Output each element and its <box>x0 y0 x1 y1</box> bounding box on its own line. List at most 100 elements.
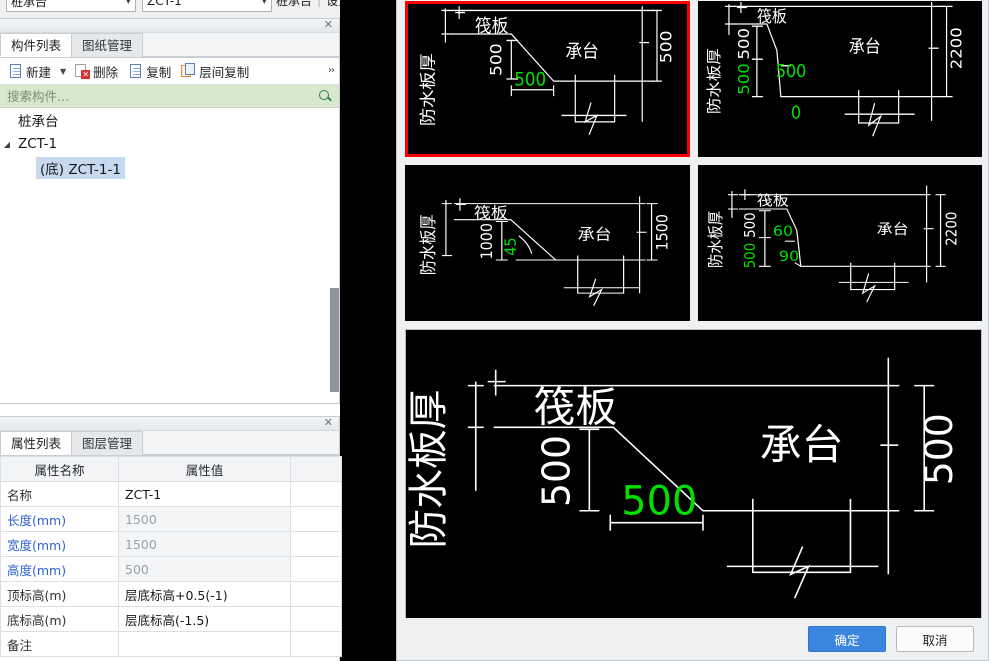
thumb4-dim-right: 2200 <box>943 212 960 246</box>
thumb2-top-label: 筏板 <box>756 6 786 26</box>
thumb4-dim-v2: 500 <box>742 243 759 269</box>
tab-drawing-manage-label: 图纸管理 <box>82 38 133 53</box>
property-value-cell[interactable]: ZCT-1 <box>118 481 291 507</box>
property-panel-titlebar: ✕ <box>0 416 339 431</box>
thumb1-dim-vertical: 500 <box>487 43 505 76</box>
chevron-down-icon[interactable]: ▼ <box>57 67 69 76</box>
property-value-cell[interactable]: 层底标高(-1.5) <box>118 606 291 632</box>
delete-button-label: 删除 <box>93 64 119 80</box>
preview-top-label: 筏板 <box>534 382 618 431</box>
floor-copy-icon <box>181 62 196 79</box>
tree-item-category-label: 桩承台 <box>18 114 59 130</box>
dialog-footer: 确定 取消 <box>397 618 988 660</box>
tab-component-list[interactable]: 构件列表 <box>0 33 73 57</box>
slope-preview[interactable]: 防水板厚 筏板 承台 500 500 500 <box>405 329 982 620</box>
property-value-cell: 1500 <box>118 531 291 557</box>
delete-button[interactable]: ✕ 删除 <box>71 60 122 83</box>
thumb4-body-label: 承台 <box>876 221 908 238</box>
property-name-cell: 顶标高(m) <box>0 581 119 607</box>
cancel-button[interactable]: 取消 <box>896 626 974 652</box>
tree-item-zct1-1[interactable]: (底) ZCT-1-1 <box>0 156 339 180</box>
thumb3-top-label: 筏板 <box>474 204 508 222</box>
tab-layer-manage-label: 图层管理 <box>82 436 133 451</box>
property-pad-cell <box>290 531 342 557</box>
property-header-value: 属性值 <box>118 456 291 482</box>
tree-item-category[interactable]: 桩承台 <box>0 108 339 132</box>
property-table-header-row: 属性名称 属性值 <box>0 456 342 482</box>
tab-layer-manage[interactable]: 图层管理 <box>71 431 144 455</box>
thumb2-dim-right: 2200 <box>947 27 965 69</box>
table-row[interactable]: 底标高(m) 层底标高(-1.5) <box>0 606 342 632</box>
property-name-cell: 底标高(m) <box>0 606 119 632</box>
thumb1-dim-horizontal: 500 <box>514 70 546 91</box>
table-row[interactable]: 备注 <box>0 631 342 657</box>
tree-item-zct1[interactable]: ◢ ZCT-1 <box>0 132 339 156</box>
thumb4-angle2: 90 <box>778 248 798 265</box>
property-name-cell: 高度(mm) <box>0 556 119 582</box>
ribbon-set-slope-button[interactable]: 设置边坡 <box>326 0 340 9</box>
tabstrip-filler <box>142 33 339 57</box>
component-name-value: ZCT-1 <box>147 0 182 8</box>
new-button[interactable]: 新建 <box>4 60 55 83</box>
thumb1-body-label: 承台 <box>565 42 598 63</box>
toolbar-overflow-icon[interactable]: ›› <box>328 65 335 76</box>
preview-dim-right: 500 <box>917 413 961 485</box>
tab-property-list[interactable]: 属性列表 <box>0 431 73 455</box>
tree-item-zct1-label: ZCT-1 <box>18 136 58 152</box>
slope-thumbnail-4[interactable]: 防水板厚 筏板 承台 500 500 60 90 2200 <box>697 165 982 321</box>
component-type-dropdown[interactable]: 桩承台 ▼ <box>6 0 136 12</box>
property-table: 属性名称 属性值 名称 ZCT-1 长度(mm) 1500 宽度(mm) 150… <box>0 456 342 657</box>
tab-component-list-label: 构件列表 <box>11 38 62 53</box>
thumb3-dim-right: 1500 <box>653 214 672 250</box>
preview-body-label: 承台 <box>760 420 844 469</box>
close-icon[interactable]: ✕ <box>324 416 333 430</box>
tab-drawing-manage[interactable]: 图纸管理 <box>71 33 144 57</box>
property-value-cell[interactable]: 层底标高+0.5(-1) <box>118 581 291 607</box>
thumb2-dim-mid: 500 <box>775 60 805 81</box>
delete-icon: ✕ <box>75 63 91 79</box>
new-page-icon <box>8 63 23 79</box>
slope-thumbnail-grid: 防水板厚 筏板 承台 500 500 500 防水板厚 筏板 承台 500 50… <box>405 1 982 321</box>
property-value-cell: 500 <box>118 556 291 582</box>
thumb1-top-label: 筏板 <box>475 16 508 37</box>
property-pad-cell <box>290 581 342 607</box>
property-header-name: 属性名称 <box>0 456 119 482</box>
confirm-button[interactable]: 确定 <box>808 626 886 652</box>
table-row[interactable]: 顶标高(m) 层底标高+0.5(-1) <box>0 581 342 607</box>
slope-thumbnail-1[interactable]: 防水板厚 筏板 承台 500 500 500 <box>405 1 690 157</box>
thumb4-top-label: 筏板 <box>756 192 788 209</box>
new-button-label: 新建 <box>26 64 52 80</box>
component-tree-scrollbar[interactable] <box>330 108 339 403</box>
property-name-cell: 备注 <box>0 631 119 657</box>
property-pad-cell <box>290 606 342 632</box>
close-icon[interactable]: ✕ <box>324 18 333 32</box>
thumb3-angle: 45 <box>501 237 520 255</box>
property-name-cell: 长度(mm) <box>0 506 119 532</box>
twisty-icon[interactable]: ◢ <box>0 140 14 149</box>
component-search-bar <box>0 85 339 108</box>
ribbon-breadcrumb: 桩承台 | 设置边坡 <box>276 0 340 10</box>
chevron-down-icon: ▼ <box>125 0 131 5</box>
floor-copy-button[interactable]: 层间复制 <box>177 60 253 83</box>
table-row[interactable]: 高度(mm) 500 <box>0 556 342 582</box>
table-row[interactable]: 宽度(mm) 1500 <box>0 531 342 557</box>
thumb3-left-vertical-label: 防水板厚 <box>418 214 438 275</box>
table-row[interactable]: 名称 ZCT-1 <box>0 481 342 507</box>
component-name-dropdown[interactable]: ZCT-1 ▼ <box>142 0 272 12</box>
scrollbar-thumb[interactable] <box>330 288 339 392</box>
table-row[interactable]: 长度(mm) 1500 <box>0 506 342 532</box>
search-input[interactable] <box>7 88 318 104</box>
tab-property-list-label: 属性列表 <box>11 436 62 451</box>
thumb3-dim-vertical: 1000 <box>477 223 496 259</box>
property-value-cell[interactable] <box>118 631 291 657</box>
slope-thumbnail-2[interactable]: 防水板厚 筏板 承台 500 500 500 0 2200 <box>697 1 982 157</box>
slope-style-dialog: 防水板厚 筏板 承台 500 500 500 防水板厚 筏板 承台 500 50… <box>396 0 989 661</box>
search-icon[interactable] <box>318 89 332 103</box>
slope-thumbnail-3[interactable]: 防水板厚 筏板 承台 1000 45 1500 <box>405 165 690 321</box>
component-type-value: 桩承台 <box>11 0 48 9</box>
ribbon-breadcrumb-type: 桩承台 <box>276 0 313 8</box>
thumb1-left-vertical-label: 防水板厚 <box>419 53 438 126</box>
copy-button[interactable]: 复制 <box>124 60 175 83</box>
property-pad-cell <box>290 506 342 532</box>
preview-dim-horizontal: 500 <box>621 479 697 525</box>
